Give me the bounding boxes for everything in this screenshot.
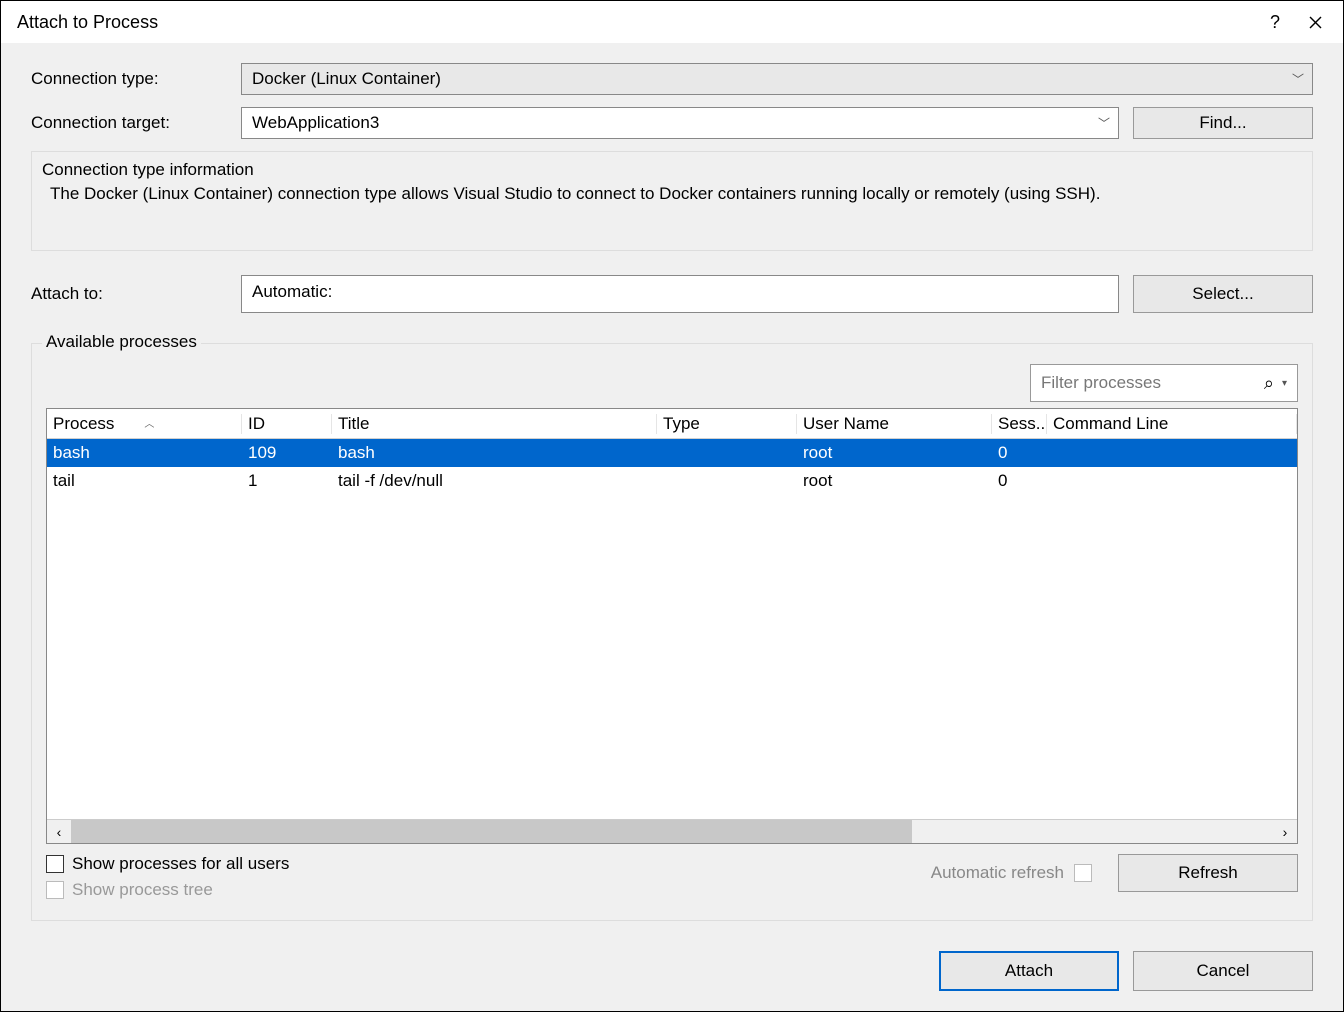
chevron-down-icon: ﹀ — [1292, 71, 1304, 88]
show-process-tree-row: Show process tree — [46, 880, 931, 900]
dialog-content: Connection type: Docker (Linux Container… — [1, 43, 1343, 1011]
attach-to-label: Attach to: — [31, 284, 241, 304]
cell-title: bash — [332, 443, 657, 463]
connection-info-title: Connection type information — [42, 160, 1302, 180]
show-all-users-label: Show processes for all users — [72, 854, 289, 874]
table-body: bash109bash root0 tail1tail -f /dev/null ro… — [47, 439, 1297, 819]
table-row[interactable]: tail1tail -f /dev/null root0 — [47, 467, 1297, 495]
col-process[interactable]: Process︿ — [47, 414, 242, 434]
connection-type-value: Docker (Linux Container) — [252, 69, 441, 89]
scroll-right-icon[interactable]: › — [1273, 824, 1297, 840]
cell-id: 1 — [242, 471, 332, 491]
dialog-buttons: Attach Cancel — [31, 951, 1313, 991]
cell-user: root — [797, 443, 992, 463]
show-all-users-checkbox[interactable] — [46, 855, 64, 873]
table-row[interactable]: bash109bash root0 — [47, 439, 1297, 467]
auto-refresh-checkbox[interactable] — [1074, 864, 1092, 882]
cancel-button[interactable]: Cancel — [1133, 951, 1313, 991]
col-title[interactable]: Title — [332, 414, 657, 434]
connection-info-text: The Docker (Linux Container) connection … — [42, 184, 1302, 204]
process-table: Process︿ ID Title Type User Name Sess...… — [46, 408, 1298, 844]
connection-target-combo[interactable]: WebApplication3 ﹀ — [241, 107, 1119, 139]
connection-target-label: Connection target: — [31, 113, 241, 133]
cell-process: bash — [47, 443, 242, 463]
scroll-track[interactable] — [71, 820, 1273, 843]
col-session[interactable]: Sess... — [992, 414, 1047, 434]
title-bar: Attach to Process ? — [1, 1, 1343, 43]
available-processes-label: Available processes — [42, 332, 201, 352]
table-header: Process︿ ID Title Type User Name Sess...… — [47, 409, 1297, 439]
col-id[interactable]: ID — [242, 414, 332, 434]
connection-type-label: Connection type: — [31, 69, 241, 89]
cell-id: 109 — [242, 443, 332, 463]
cell-process: tail — [47, 471, 242, 491]
connection-type-row: Connection type: Docker (Linux Container… — [31, 63, 1313, 95]
find-button[interactable]: Find... — [1133, 107, 1313, 139]
available-processes-group: Available processes Filter processes ⌕ ▾… — [31, 343, 1313, 921]
select-button[interactable]: Select... — [1133, 275, 1313, 313]
filter-input[interactable]: Filter processes ⌕ ▾ — [1030, 364, 1298, 402]
close-button[interactable] — [1295, 5, 1335, 39]
search-icon: ⌕ — [1264, 373, 1274, 394]
connection-target-value: WebApplication3 — [252, 113, 379, 133]
dropdown-icon[interactable]: ▾ — [1282, 378, 1287, 389]
connection-info-box: Connection type information The Docker (… — [31, 151, 1313, 251]
col-type[interactable]: Type — [657, 414, 797, 434]
cell-session: 0 — [992, 443, 1047, 463]
checkbox-column: Show processes for all users Show proces… — [46, 854, 931, 906]
filter-row: Filter processes ⌕ ▾ — [46, 364, 1298, 402]
close-icon — [1309, 16, 1322, 29]
auto-refresh-label: Automatic refresh — [931, 863, 1064, 883]
cell-title: tail -f /dev/null — [332, 471, 657, 491]
scroll-left-icon[interactable]: ‹ — [47, 824, 71, 840]
scroll-thumb[interactable] — [71, 820, 912, 843]
sort-asc-icon: ︿ — [144, 419, 154, 430]
filter-placeholder: Filter processes — [1041, 373, 1264, 393]
show-all-users-row[interactable]: Show processes for all users — [46, 854, 931, 874]
connection-type-combo[interactable]: Docker (Linux Container) ﹀ — [241, 63, 1313, 95]
col-cmd[interactable]: Command Line — [1047, 414, 1297, 434]
refresh-button[interactable]: Refresh — [1118, 854, 1298, 892]
chevron-down-icon: ﹀ — [1098, 115, 1110, 132]
help-button[interactable]: ? — [1255, 5, 1295, 39]
bottom-options: Show processes for all users Show proces… — [46, 854, 1298, 906]
cell-user: root — [797, 471, 992, 491]
refresh-area: Automatic refresh Refresh — [931, 854, 1298, 892]
window-title: Attach to Process — [17, 12, 1255, 33]
connection-target-row: Connection target: WebApplication3 ﹀ Fin… — [31, 107, 1313, 139]
attach-to-row: Attach to: Automatic: Select... — [31, 275, 1313, 313]
col-user[interactable]: User Name — [797, 414, 992, 434]
attach-to-textbox[interactable]: Automatic: — [241, 275, 1119, 313]
attach-button[interactable]: Attach — [939, 951, 1119, 991]
cell-session: 0 — [992, 471, 1047, 491]
show-process-tree-checkbox — [46, 881, 64, 899]
show-process-tree-label: Show process tree — [72, 880, 213, 900]
horizontal-scrollbar[interactable]: ‹ › — [47, 819, 1297, 843]
